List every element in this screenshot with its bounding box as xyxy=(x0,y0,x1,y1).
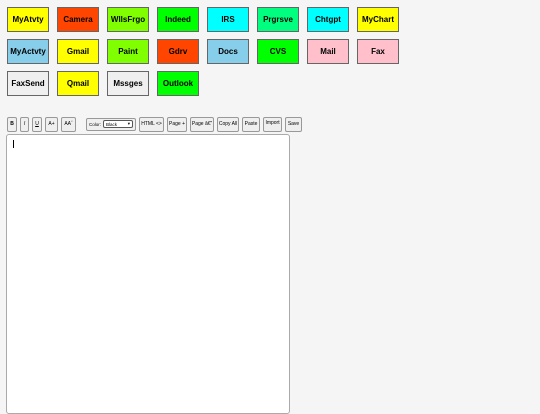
shortcut-button-paint[interactable]: Paint xyxy=(107,39,149,64)
editor-toolbar: B I U A+ AAˇ Color: Black ▾ HTML <> Page… xyxy=(7,116,303,132)
shortcut-row: MyAtvty Camera WllsFrgo Indeed IRS Prgrsve Cht… xyxy=(7,7,407,32)
shortcut-button-fax[interactable]: Fax xyxy=(357,39,399,64)
shortcut-button-gdrv[interactable]: Gdrv xyxy=(157,39,199,64)
shortcut-button-faxsend[interactable]: FaxSend xyxy=(7,71,49,96)
font-bigger-button[interactable]: A+ xyxy=(45,116,58,132)
shortcut-button-mail[interactable]: Mail xyxy=(307,39,349,64)
shortcut-button-mychart[interactable]: MyChart xyxy=(357,7,399,32)
paste-button[interactable]: Paste xyxy=(242,116,261,132)
shortcut-row: FaxSend Qmail Mssges Outlook xyxy=(7,71,407,96)
shortcut-button-myatvty[interactable]: MyAtvty xyxy=(7,7,49,32)
save-button[interactable]: Save xyxy=(285,116,303,132)
color-picker: Color: Black ▾ xyxy=(86,117,137,131)
shortcut-button-cvs[interactable]: CVS xyxy=(257,39,299,64)
page-minus-button[interactable]: Page â€” xyxy=(190,116,215,132)
import-button[interactable]: Import xyxy=(263,116,283,132)
shortcut-button-irs[interactable]: IRS xyxy=(207,7,249,32)
copy-all-button[interactable]: Copy All xyxy=(217,116,240,132)
shortcut-row: MyActvty Gmail Paint Gdrv Docs CVS Mail Fax xyxy=(7,39,407,64)
shortcut-button-indeed[interactable]: Indeed xyxy=(157,7,199,32)
font-smaller-button[interactable]: AAˇ xyxy=(61,116,76,132)
bold-button[interactable]: B xyxy=(7,116,17,132)
shortcut-button-myactvty[interactable]: MyActvty xyxy=(7,39,49,64)
shortcut-button-prgrsve[interactable]: Prgrsve xyxy=(257,7,299,32)
shortcut-button-mssges[interactable]: Mssges xyxy=(107,71,149,96)
shortcut-button-qmail[interactable]: Qmail xyxy=(57,71,99,96)
underline-button[interactable]: U xyxy=(32,116,42,132)
color-label: Color: xyxy=(89,121,102,127)
shortcut-button-outlook[interactable]: Outlook xyxy=(157,71,199,96)
text-editor[interactable] xyxy=(6,134,290,414)
page-plus-button[interactable]: Page + xyxy=(167,116,188,132)
shortcut-button-camera[interactable]: Camera xyxy=(57,7,99,32)
italic-button[interactable]: I xyxy=(20,116,29,132)
shortcut-button-wllsfrgo[interactable]: WllsFrgo xyxy=(107,7,149,32)
color-select-value: Black xyxy=(106,121,118,127)
html-toggle-button[interactable]: HTML <> xyxy=(139,116,165,132)
shortcut-grid: MyAtvty Camera WllsFrgo Indeed IRS Prgrsve Cht… xyxy=(7,7,407,103)
shortcut-button-chtgpt[interactable]: Chtgpt xyxy=(307,7,349,32)
chevron-down-icon: ▾ xyxy=(127,121,131,126)
shortcut-button-docs[interactable]: Docs xyxy=(207,39,249,64)
color-select[interactable]: Black ▾ xyxy=(103,120,134,128)
text-caret xyxy=(13,140,14,148)
shortcut-button-gmail[interactable]: Gmail xyxy=(57,39,99,64)
